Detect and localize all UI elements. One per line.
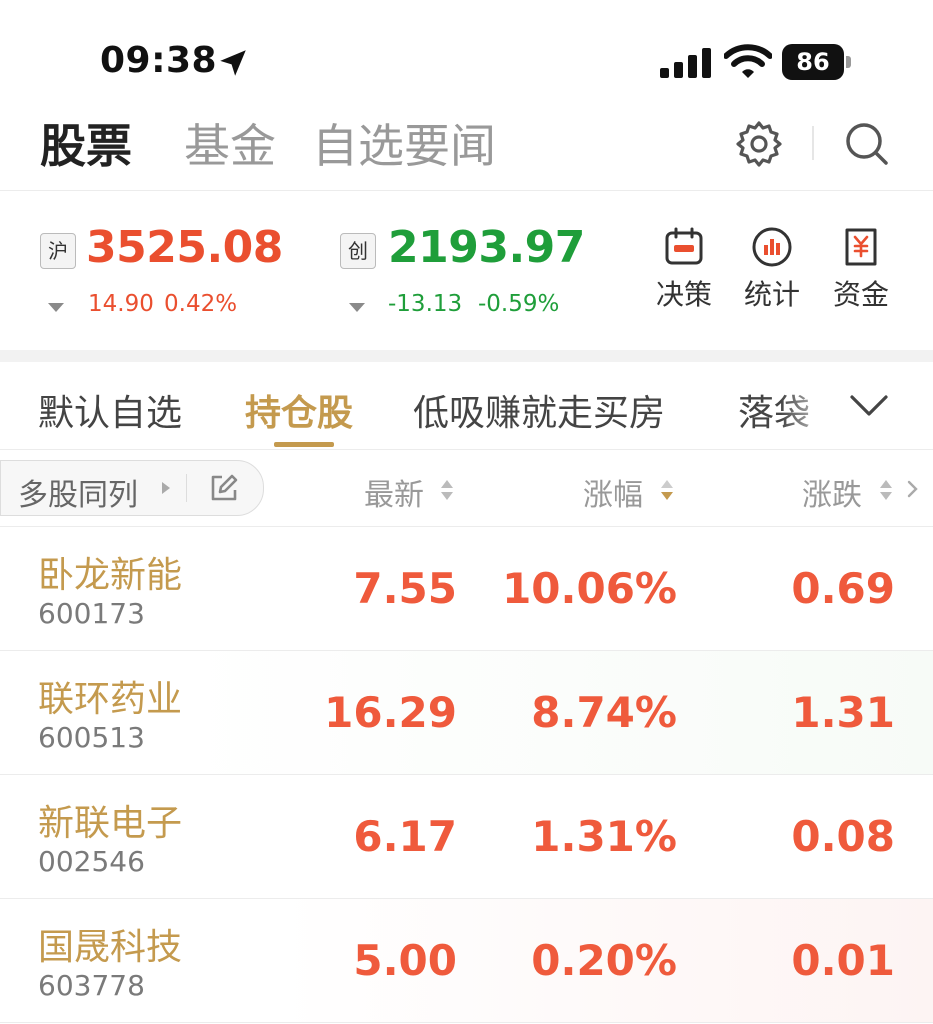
multi-column-label[interactable]: 多股同列 <box>18 470 138 514</box>
stock-price: 5.00 <box>353 936 457 985</box>
stock-name: 国晟科技 <box>38 927 183 968</box>
toolbar-divider <box>812 126 814 160</box>
header-divider <box>0 190 933 191</box>
stock-change: 0.08 <box>791 812 895 861</box>
gear-icon[interactable] <box>734 119 784 169</box>
stock-price: 7.55 <box>353 564 457 613</box>
stock-change-pct: 0.20% <box>531 936 677 985</box>
stock-code: 600513 <box>38 721 145 754</box>
sort-icon[interactable] <box>879 479 893 501</box>
stock-change: 1.31 <box>791 688 895 737</box>
stock-change-pct: 10.06% <box>502 564 677 613</box>
tabs-divider <box>0 449 933 450</box>
watchlist-tab-holdings[interactable]: 持仓股 <box>245 384 353 436</box>
active-tab-indicator <box>274 442 334 447</box>
stock-price: 16.29 <box>324 688 457 737</box>
stock-change: 0.01 <box>791 936 895 985</box>
stock-price: 6.17 <box>353 812 457 861</box>
battery-indicator: 86 <box>782 44 852 80</box>
watchlist-tab-dip-buy[interactable]: 低吸赚就走买房 <box>413 384 665 436</box>
tool-decision-label: 决策 <box>655 278 712 311</box>
tool-funds[interactable]: 资金 <box>826 225 896 313</box>
index-change-pct-shanghai: 0.42% <box>164 291 238 317</box>
index-change-chinext: -13.13 <box>388 291 463 317</box>
caret-right-icon <box>162 482 170 494</box>
wifi-icon <box>724 44 772 78</box>
pill-divider <box>186 474 187 502</box>
location-arrow-icon <box>220 50 246 76</box>
index-change-shanghai: 14.90 <box>88 291 154 317</box>
tool-funds-label: 资金 <box>832 278 889 311</box>
index-value-chinext[interactable]: 2193.97 <box>388 222 585 273</box>
battery-level: 86 <box>796 48 830 76</box>
stock-name: 卧龙新能 <box>38 555 183 596</box>
tool-decision[interactable]: 决策 <box>649 225 719 313</box>
search-icon[interactable] <box>842 119 892 169</box>
stock-change-pct: 1.31% <box>531 812 677 861</box>
tool-statistics-label: 统计 <box>743 278 800 311</box>
index-tag-shanghai: 沪 <box>40 233 76 269</box>
yuan-document-icon <box>845 228 877 266</box>
index-change-pct-chinext: -0.59% <box>478 291 560 317</box>
scroll-right-icon[interactable] <box>906 480 918 498</box>
column-header-change-pct[interactable]: 涨幅 <box>583 470 643 514</box>
status-time: 09:38 <box>100 40 218 81</box>
watchlist-tab-default[interactable]: 默认自选 <box>38 384 182 436</box>
stock-name: 新联电子 <box>38 803 183 844</box>
stock-change: 0.69 <box>791 564 895 613</box>
edit-icon[interactable] <box>208 472 240 504</box>
bar-chart-circle-icon <box>752 227 792 267</box>
tab-watchlist-news[interactable]: 自选要闻 <box>312 110 496 176</box>
stock-change-pct: 8.74% <box>531 688 677 737</box>
column-header-latest[interactable]: 最新 <box>364 470 424 514</box>
caret-down-icon[interactable] <box>48 303 64 312</box>
sort-icon[interactable] <box>440 479 454 501</box>
tool-statistics[interactable]: 统计 <box>737 225 807 313</box>
index-value-shanghai[interactable]: 3525.08 <box>86 222 283 273</box>
stock-code: 002546 <box>38 845 145 878</box>
cellular-signal-icon <box>660 48 711 78</box>
sort-desc-icon[interactable] <box>660 479 674 501</box>
stock-code: 603778 <box>38 969 145 1002</box>
index-tag-chinext: 创 <box>340 233 376 269</box>
column-header-change[interactable]: 涨跌 <box>802 470 862 514</box>
tab-funds[interactable]: 基金 <box>184 110 276 176</box>
caret-down-icon[interactable] <box>349 303 365 312</box>
chevron-down-icon[interactable] <box>848 388 890 422</box>
stock-name: 联环药业 <box>38 679 183 720</box>
section-separator <box>0 350 933 362</box>
tab-fade <box>780 378 840 438</box>
calendar-decision-icon <box>665 227 703 265</box>
tab-stocks[interactable]: 股票 <box>40 110 132 176</box>
stock-code: 600173 <box>38 597 145 630</box>
